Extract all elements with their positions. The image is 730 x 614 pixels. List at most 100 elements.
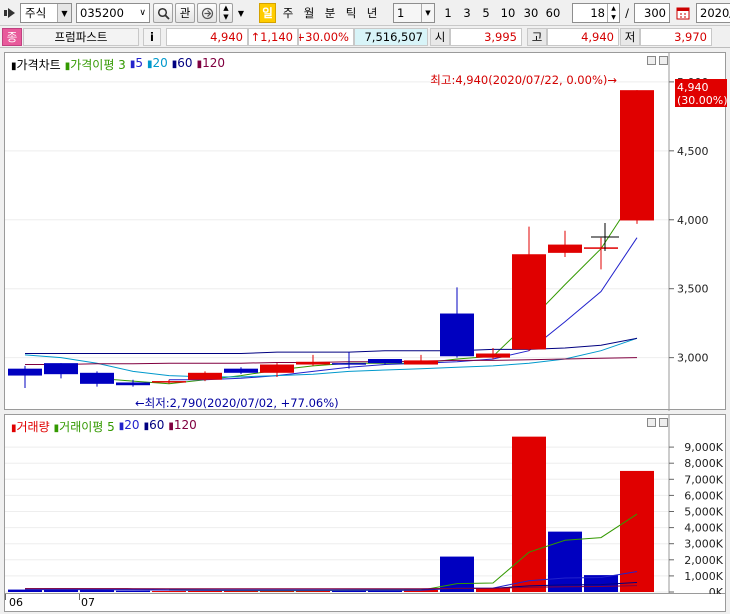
stock-name-label: 프럼파스트 bbox=[54, 30, 108, 44]
candle-body bbox=[188, 372, 222, 380]
last-price-badge: 4,940 bbox=[677, 81, 709, 94]
volume-legend-item[interactable]: ▮60 bbox=[144, 418, 165, 435]
prev-next-stepper[interactable]: ▲ ▼ bbox=[219, 3, 233, 23]
watchlist-button[interactable]: 관 bbox=[175, 3, 195, 23]
high-label-text: 고 bbox=[531, 30, 543, 44]
candle bbox=[404, 354, 438, 365]
price-change-value: ↑1,140 bbox=[250, 30, 293, 44]
dropdown-arrow-icon[interactable]: ▼ bbox=[57, 4, 71, 22]
volume-legend-item[interactable]: ▮거래량 bbox=[11, 418, 50, 435]
candle bbox=[44, 363, 78, 379]
x-label-06: 06 bbox=[9, 596, 23, 609]
candle-body bbox=[152, 381, 186, 383]
calendar-icon[interactable] bbox=[673, 3, 693, 23]
price-legend-item[interactable]: ▮20 bbox=[147, 56, 168, 73]
price-tick-label: 3,000 bbox=[677, 352, 709, 365]
interval-value: 1 bbox=[397, 6, 405, 20]
volume-panel-minimize-icon[interactable] bbox=[647, 418, 656, 427]
interval-60-button[interactable]: 60 bbox=[542, 3, 564, 23]
down-arrow-icon[interactable]: ▼ bbox=[223, 13, 228, 22]
period-month-button[interactable]: 월 bbox=[300, 3, 318, 23]
price-legend-item[interactable]: ▮가격이평 3 bbox=[65, 56, 126, 73]
price-legend-item[interactable]: ▮5 bbox=[130, 56, 143, 73]
x-tick-07 bbox=[79, 594, 80, 600]
price-legend-item[interactable]: ▮120 bbox=[197, 56, 225, 73]
interval-3-button[interactable]: 3 bbox=[459, 3, 475, 23]
price-tick-label: 3,500 bbox=[677, 283, 709, 296]
period-tick-button[interactable]: 틱 bbox=[342, 3, 360, 23]
volume-y-axis: 0K1,000K2,000K3,000K4,000K5,000K6,000K7,… bbox=[668, 415, 724, 595]
menu-arrow-icon[interactable] bbox=[2, 3, 18, 23]
count-value: 18 bbox=[590, 6, 605, 20]
link-button[interactable] bbox=[197, 3, 217, 23]
interval-dropdown-icon[interactable]: ▼ bbox=[421, 4, 434, 22]
market-value: 주식 bbox=[25, 6, 47, 20]
volume-legend-item[interactable]: ▮20 bbox=[119, 418, 140, 435]
volume-tick-label: 4,000K bbox=[684, 522, 723, 535]
price-legend-item[interactable]: ▮60 bbox=[172, 56, 193, 73]
candle-body bbox=[440, 313, 474, 357]
candle-body bbox=[332, 363, 366, 365]
period-year-label: 년 bbox=[366, 6, 378, 20]
volume-legend-item[interactable]: ▮거래이평 5 bbox=[54, 418, 115, 435]
panel-close-icon[interactable] bbox=[659, 56, 668, 65]
volume-panel-close-icon[interactable] bbox=[659, 418, 668, 427]
period-day-label: 일 bbox=[262, 6, 273, 20]
date-input[interactable]: 2020/ bbox=[696, 3, 730, 23]
interval-30-label: 30 bbox=[523, 6, 539, 20]
candle bbox=[188, 371, 222, 382]
search-button[interactable] bbox=[153, 3, 173, 23]
period-year-button[interactable]: 년 bbox=[363, 3, 381, 23]
panel-minimize-icon[interactable] bbox=[647, 56, 656, 65]
stock-name: 프럼파스트 bbox=[23, 28, 139, 46]
candle bbox=[296, 354, 330, 366]
count-max-value: 300 bbox=[644, 6, 666, 20]
volume-tick-label: 1,000K bbox=[684, 570, 723, 583]
interval-30-button[interactable]: 30 bbox=[520, 3, 542, 23]
candle-body bbox=[224, 368, 258, 373]
x-label-07: 07 bbox=[81, 596, 95, 609]
interval-1-button[interactable]: 1 bbox=[440, 3, 456, 23]
volume-legend-item[interactable]: ▮120 bbox=[168, 418, 196, 435]
volume-tick-label: 2,000K bbox=[684, 554, 723, 567]
last-rate-badge: (30.00%) bbox=[677, 94, 727, 107]
price-chart-panel[interactable]: 3,0003,5004,0004,5005,000 최고:4,940(2020/… bbox=[4, 52, 727, 411]
period-day-button[interactable]: 일 bbox=[259, 3, 276, 23]
count-stepper[interactable]: 18 ▲ ▼ bbox=[572, 3, 620, 23]
current-price: 4,940 bbox=[166, 28, 248, 46]
interval-5-button[interactable]: 5 bbox=[478, 3, 494, 23]
stock-code-input[interactable]: 035200 ∨ bbox=[76, 3, 150, 23]
candle-body bbox=[512, 254, 546, 350]
candle bbox=[224, 367, 258, 375]
interval-10-button[interactable]: 10 bbox=[497, 3, 519, 23]
info-button[interactable]: i bbox=[143, 28, 161, 46]
price-legend-item[interactable]: ▮가격차트 bbox=[11, 56, 61, 73]
quote-info-row: 종 프럼파스트 i 4,940 ↑1,140 +30.00% 7,516,507… bbox=[0, 26, 730, 48]
volume-bar bbox=[440, 556, 474, 592]
current-price-value: 4,940 bbox=[210, 30, 243, 44]
interval-select[interactable]: 1 ▼ bbox=[393, 3, 435, 23]
up-arrow-icon[interactable]: ▲ bbox=[223, 4, 228, 13]
volume-bar bbox=[116, 590, 150, 592]
volume-chart-svg[interactable]: 0K1,000K2,000K3,000K4,000K5,000K6,000K7,… bbox=[5, 415, 727, 595]
candle-body bbox=[260, 364, 294, 373]
volume-chart-panel[interactable]: 0K 1,000K 2,000K 3,000K 4,000K 5,000K 6,000K 7,… bbox=[4, 414, 727, 595]
link-icon bbox=[201, 7, 213, 19]
market-select[interactable]: 주식 ▼ bbox=[20, 3, 72, 23]
candle bbox=[512, 226, 546, 351]
candle bbox=[548, 230, 582, 257]
volume-legend: ▮거래량 ▮거래이평 5 ▮20 ▮60 ▮120 bbox=[11, 418, 197, 435]
candle-body bbox=[620, 90, 654, 221]
more-dropdown-icon[interactable]: ▼ bbox=[235, 3, 247, 23]
volume-tick-label: 7,000K bbox=[684, 473, 723, 486]
price-chart-svg[interactable]: 3,0003,5004,0004,5005,000 최고:4,940(2020/… bbox=[5, 53, 727, 411]
period-minute-button[interactable]: 분 bbox=[321, 3, 339, 23]
count-spin-icon[interactable]: ▲ ▼ bbox=[607, 4, 619, 22]
count-max-input[interactable]: 300 bbox=[634, 3, 670, 23]
high-price-value: 4,940 bbox=[581, 30, 614, 44]
period-week-button[interactable]: 주 bbox=[279, 3, 297, 23]
candle-body bbox=[80, 372, 114, 384]
chevron-down-icon[interactable]: ∨ bbox=[139, 8, 149, 18]
candle-body bbox=[44, 363, 78, 375]
candle-body bbox=[548, 244, 582, 253]
